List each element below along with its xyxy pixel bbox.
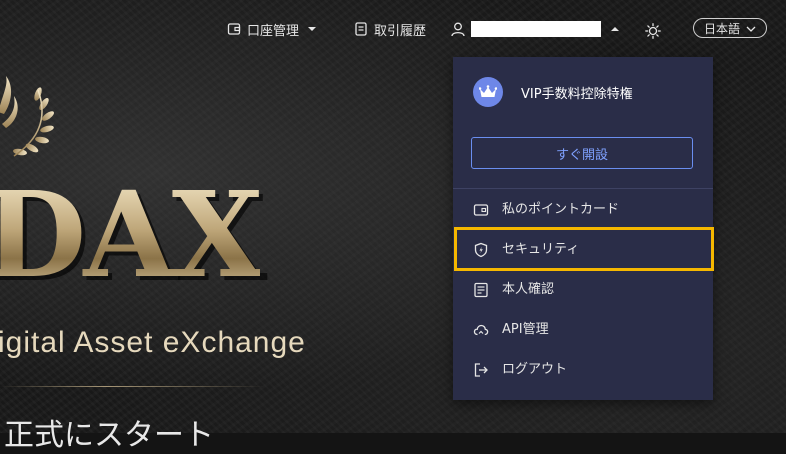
- trade-history-link[interactable]: 取引履歴: [355, 18, 426, 40]
- sun-icon: [645, 23, 661, 39]
- wallet-icon: [227, 22, 241, 36]
- logout-icon: [473, 362, 489, 378]
- menu-item-label: 私のポイントカード: [502, 202, 620, 217]
- laurel-logo-icon: [0, 72, 64, 171]
- open-now-button[interactable]: すぐ開設: [471, 137, 693, 169]
- menu-item-api-management[interactable]: API管理: [453, 310, 713, 350]
- account-management-label: 口座管理: [247, 23, 300, 39]
- language-label: 日本語: [703, 21, 740, 36]
- shield-icon: [473, 242, 489, 258]
- account-management-menu[interactable]: 口座管理: [227, 18, 317, 40]
- start-heading: 正式にスタート: [4, 418, 214, 453]
- id-card-icon: [473, 282, 489, 298]
- hero-divider: [0, 386, 265, 387]
- menu-item-identity-verification[interactable]: 本人確認: [453, 270, 713, 310]
- menu-item-label: ログアウト: [502, 362, 568, 377]
- menu-divider: [453, 188, 713, 189]
- crown-icon: [473, 77, 503, 107]
- api-cloud-icon: [473, 322, 489, 338]
- menu-item-logout[interactable]: ログアウト: [453, 350, 713, 390]
- vip-row: VIP手数料控除特権: [473, 77, 633, 107]
- trade-history-label: 取引履歴: [374, 23, 427, 39]
- top-nav: 口座管理 取引履歴 日本語: [0, 0, 786, 57]
- card-icon: [473, 202, 489, 218]
- caret-up-icon: [610, 26, 620, 32]
- menu-item-label: セキュリティ: [502, 242, 580, 257]
- language-selector[interactable]: 日本語: [693, 18, 767, 38]
- dax-logo-text: DAX: [0, 176, 263, 294]
- vip-label: VIP手数料控除特権: [521, 86, 633, 102]
- user-icon: [451, 22, 465, 37]
- tagline: igital Asset eXchange: [0, 326, 306, 359]
- menu-item-label: API管理: [502, 322, 549, 337]
- caret-down-icon: [307, 26, 317, 32]
- theme-toggle[interactable]: [645, 20, 661, 42]
- user-dropdown-menu: VIP手数料控除特権 すぐ開設 私のポイントカード セキュリティ 本人確認 AP…: [453, 57, 713, 400]
- user-menu[interactable]: [451, 18, 620, 40]
- chevron-down-icon: [746, 21, 756, 35]
- document-icon: [355, 22, 367, 36]
- menu-item-security[interactable]: セキュリティ: [453, 230, 713, 270]
- username-redacted: [471, 21, 601, 37]
- menu-item-point-card[interactable]: 私のポイントカード: [453, 190, 713, 230]
- menu-item-label: 本人確認: [502, 282, 555, 297]
